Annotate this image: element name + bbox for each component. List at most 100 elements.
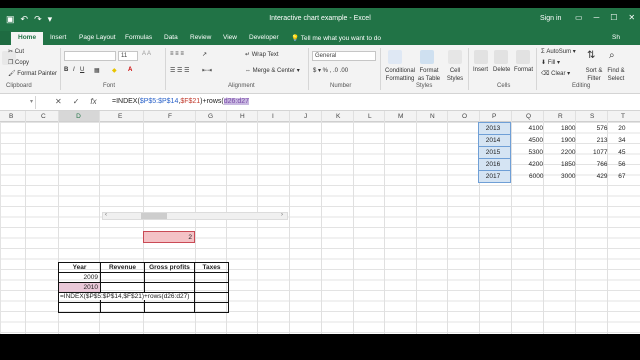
in-cell-formula[interactable]: =INDEX($P$5:$P$14,$F$21)+rows(d26:d27) xyxy=(59,293,191,300)
gross-profits-cell[interactable] xyxy=(144,282,195,293)
share-button[interactable]: Sh xyxy=(612,31,620,41)
column-header-revenue[interactable]: Revenue xyxy=(100,262,145,273)
fill-button[interactable]: ⬇ Fill ▾ xyxy=(541,59,560,66)
conditional-formatting-button[interactable]: Conditional Formatting xyxy=(383,67,417,83)
underline-button[interactable]: U xyxy=(80,67,84,73)
data-cell[interactable]: 2200 xyxy=(547,147,579,159)
delete-cells-button[interactable]: Delete xyxy=(493,67,510,73)
selector-cell[interactable]: 2 xyxy=(143,231,195,243)
column-header[interactable]: T xyxy=(621,113,625,120)
year-cell[interactable]: 2014 xyxy=(478,134,511,147)
clear-button[interactable]: ⌫ Clear ▾ xyxy=(541,70,570,77)
scrollbar-control[interactable]: ‹ › xyxy=(102,212,288,220)
column-header-taxes[interactable]: Taxes xyxy=(194,262,229,273)
data-cell[interactable]: 576 xyxy=(579,123,611,135)
cancel-icon[interactable]: ✕ xyxy=(55,97,62,106)
close-icon[interactable]: ✕ xyxy=(628,13,635,22)
delete-cells-icon[interactable] xyxy=(494,50,508,64)
data-cell[interactable]: 5300 xyxy=(511,147,547,159)
gross-profits-cell[interactable] xyxy=(144,272,195,283)
tell-me-box[interactable]: 💡 Tell me what you want to do xyxy=(291,31,381,45)
scrollbar-thumb[interactable] xyxy=(141,213,167,219)
font-color-icon[interactable]: A xyxy=(128,67,132,73)
column-header[interactable]: F xyxy=(168,113,172,120)
data-cell[interactable]: 4100 xyxy=(511,123,547,135)
accounting-format-icon[interactable]: $ ▾ % , .0 .00 xyxy=(313,67,348,74)
insert-cells-icon[interactable] xyxy=(474,50,488,64)
format-cells-button[interactable]: Format xyxy=(514,67,533,73)
column-header[interactable]: L xyxy=(368,113,372,120)
ribbon-display-options-icon[interactable]: ▭ xyxy=(575,13,583,22)
orientation-icon[interactable]: ↗ xyxy=(202,51,207,58)
sort-filter-button[interactable]: Sort & Filter xyxy=(584,67,604,83)
column-header[interactable]: G xyxy=(208,113,213,120)
format-as-table-icon[interactable] xyxy=(420,50,434,64)
indent-icon[interactable]: ⇤⇥ xyxy=(202,67,212,74)
cell-styles-button[interactable]: Cell Styles xyxy=(446,67,464,83)
format-painter-button[interactable]: 🖌 Format Painter xyxy=(8,70,57,77)
merge-center-button[interactable]: ⇔ Merge & Center ▾ xyxy=(245,67,300,74)
revenue-cell[interactable] xyxy=(100,302,145,313)
year-cell[interactable]: 2013 xyxy=(478,122,511,135)
minimize-icon[interactable]: ─ xyxy=(594,13,600,22)
taxes-cell[interactable] xyxy=(194,272,229,283)
column-header[interactable]: M xyxy=(398,113,403,120)
data-cell[interactable]: 4200 xyxy=(511,159,547,171)
tab-home[interactable]: Home xyxy=(11,32,44,45)
fill-color-icon[interactable]: ◆ xyxy=(112,67,117,74)
format-as-table-button[interactable]: Format as Table xyxy=(417,67,441,83)
sign-in-link[interactable]: Sign in xyxy=(540,15,561,22)
year-cell[interactable]: 2015 xyxy=(478,146,511,159)
data-cell[interactable]: 1900 xyxy=(547,135,579,147)
year-cell[interactable]: 2017 xyxy=(478,170,511,183)
cell-styles-icon[interactable] xyxy=(448,50,462,64)
cut-button[interactable]: ✂ Cut xyxy=(8,48,24,55)
find-select-button[interactable]: Find & Select xyxy=(605,67,627,83)
taxes-cell[interactable] xyxy=(194,292,229,303)
grow-font-icon[interactable]: A A xyxy=(142,51,151,57)
column-header[interactable]: O xyxy=(462,113,467,120)
insert-function-icon[interactable]: fx xyxy=(90,97,96,106)
data-cell[interactable]: 34 xyxy=(611,135,629,147)
gross-profits-cell[interactable] xyxy=(144,302,195,313)
column-header[interactable]: I xyxy=(272,113,274,120)
data-cell[interactable]: 6000 xyxy=(511,171,547,183)
column-header[interactable]: R xyxy=(558,113,563,120)
maximize-icon[interactable]: ☐ xyxy=(610,13,617,22)
wrap-text-button[interactable]: ↵ Wrap Text xyxy=(245,51,279,58)
data-cell[interactable]: 20 xyxy=(611,123,629,135)
bold-button[interactable]: B xyxy=(64,67,68,73)
data-cell[interactable]: 4500 xyxy=(511,135,547,147)
number-format-dropdown[interactable]: General xyxy=(312,51,376,61)
italic-button[interactable]: I xyxy=(73,67,75,73)
align-top-icon[interactable]: ≡ ≡ ≡ xyxy=(170,51,184,57)
tab-formulas[interactable]: Formulas xyxy=(125,34,152,41)
tab-review[interactable]: Review xyxy=(190,34,211,41)
conditional-formatting-icon[interactable] xyxy=(388,50,402,64)
data-cell[interactable]: 1850 xyxy=(547,159,579,171)
column-header[interactable]: B xyxy=(9,113,13,120)
taxes-cell[interactable] xyxy=(194,302,229,313)
data-cell[interactable]: 213 xyxy=(579,135,611,147)
column-header-gross-profits[interactable]: Gross profits xyxy=(144,262,195,273)
column-header[interactable]: N xyxy=(430,113,435,120)
taxes-cell[interactable] xyxy=(194,282,229,293)
year-cell[interactable]: 2016 xyxy=(478,158,511,171)
column-header[interactable]: Q xyxy=(526,113,531,120)
revenue-cell[interactable] xyxy=(100,272,145,283)
year-cell[interactable]: 2010 xyxy=(58,282,101,293)
data-cell[interactable]: 67 xyxy=(611,171,629,183)
data-cell[interactable]: 766 xyxy=(579,159,611,171)
tab-insert[interactable]: Insert xyxy=(50,34,66,41)
tab-view[interactable]: View xyxy=(223,34,237,41)
tab-developer[interactable]: Developer xyxy=(249,34,279,41)
column-header[interactable]: H xyxy=(240,113,245,120)
borders-icon[interactable]: ▦ xyxy=(94,67,100,74)
name-box-dropdown-icon[interactable]: ▾ xyxy=(30,98,33,105)
font-name-dropdown[interactable] xyxy=(64,51,116,61)
align-left-icon[interactable]: ☰ ☰ ☰ xyxy=(170,67,189,74)
column-header[interactable]: S xyxy=(590,113,594,120)
column-header[interactable]: K xyxy=(336,113,340,120)
tab-file[interactable] xyxy=(0,31,10,45)
column-header[interactable]: E xyxy=(118,113,122,120)
